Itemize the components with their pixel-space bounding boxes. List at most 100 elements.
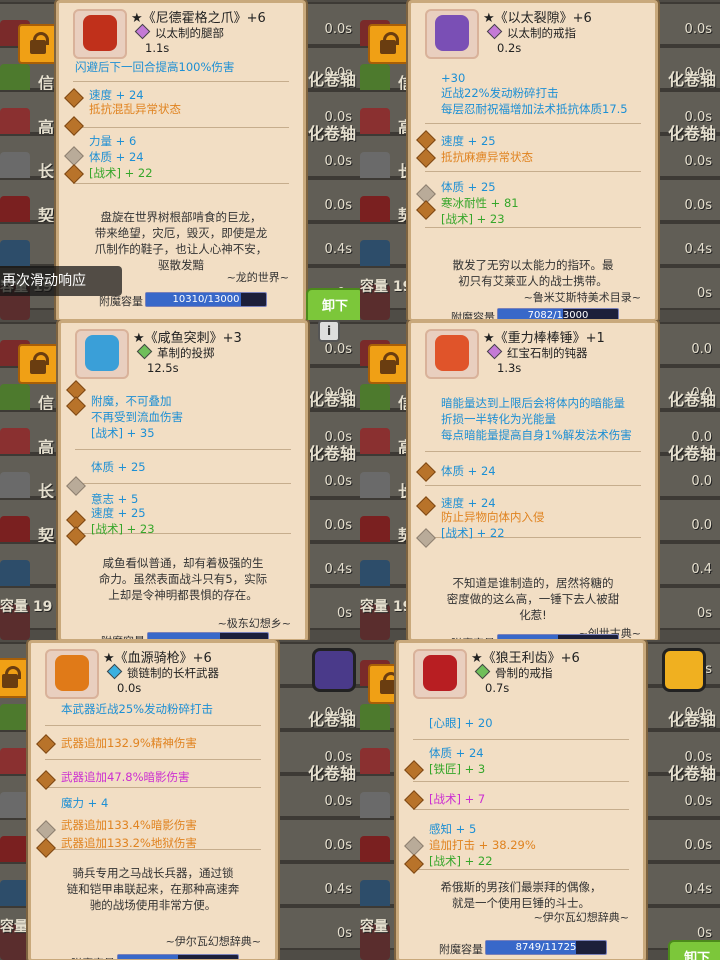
right-scroll-label-1: 化卷轴 — [667, 390, 716, 409]
section-divider — [73, 183, 289, 184]
cooldown-label: 0.0s — [324, 474, 352, 489]
side-capacity-label: 容量 19 — [360, 279, 413, 295]
stat-line: 力量 + 6 — [89, 134, 137, 148]
enchant-slot-icon[interactable] — [36, 838, 56, 858]
stat-line: 体质 + 25 — [91, 460, 146, 474]
cooldown-label: 0.0 — [691, 342, 712, 357]
right-scroll-label-2: 化卷轴 — [667, 124, 716, 143]
stat-line: 暗能量达到上限后会将体内的暗能量 — [441, 396, 625, 410]
compass-scroll-icon[interactable] — [312, 648, 356, 692]
enchant-slot-icon[interactable] — [416, 496, 436, 516]
item-material-text: 锁链制的长杆武器 — [127, 666, 219, 680]
lore-line: 散发了无穷以太能力的指环。最 — [452, 258, 614, 272]
dragon-claw-icon — [83, 15, 117, 51]
enchant-capacity-bar: 7082/13000 — [497, 308, 619, 319]
toast-message: 再次滑动响应 — [0, 266, 122, 296]
enchant-slot-icon[interactable] — [404, 854, 424, 874]
enchant-slot-icon[interactable] — [416, 200, 436, 220]
item-material-type: 以太制的腿部 — [134, 23, 224, 41]
enchant-slot-icon[interactable] — [64, 146, 84, 166]
stat-line: 速度 + 25 — [441, 134, 496, 148]
item-lore: 散发了无穷以太能力的指环。最 初只有艾莱亚人的战士携带。 — [421, 257, 645, 289]
stat-line: 抵抗麻痹异常状态 — [441, 150, 533, 164]
stat-line: [战术] + 23 — [91, 522, 155, 536]
lore-line: 链和铠甲串联起来，在那种高速奔 — [66, 882, 240, 896]
enchant-slot-icon[interactable] — [404, 790, 424, 810]
enchant-slot-icon[interactable] — [64, 116, 84, 136]
gold-coin-icon[interactable] — [662, 648, 706, 692]
enchant-slot-icon[interactable] — [36, 820, 56, 840]
enchant-capacity-bar: 8749/11725 — [485, 940, 607, 955]
enchant-slot-icon[interactable] — [416, 528, 436, 548]
enchant-slot-icon[interactable] — [416, 462, 436, 482]
stat-line: 每点暗能量提高自身1%解发法术伤害 — [441, 428, 632, 442]
item-lore: 不知道是谁制造的，居然将糖的 密度做的这么高，一锤下去人被甜 化惹! — [421, 575, 645, 623]
cooldown-label: 0.4s — [324, 562, 352, 577]
section-divider — [413, 739, 629, 740]
cooldown-label: 0.0s — [684, 794, 712, 809]
screenshot-tile: 0.0s能0.0s信0.0s高0.0s长0.0s契0.4s0s化卷轴化卷轴容量 … — [360, 0, 720, 320]
side-capacity-label: 容量 19 — [0, 599, 53, 615]
capacity-fill — [148, 633, 220, 639]
cooldown-label: 0.0s — [324, 518, 352, 533]
lock-icon[interactable] — [18, 24, 60, 64]
cooldown-label: 0.4s — [324, 882, 352, 897]
cooldown-label: 0.0s — [324, 838, 352, 853]
cooldown-label: 0.0s — [324, 22, 352, 37]
enchant-capacity-label: 附魔容量 — [451, 311, 495, 320]
enchant-slot-icon[interactable] — [64, 88, 84, 108]
section-divider — [425, 227, 641, 228]
lore-line: 初只有艾莱亚人的战士携带。 — [458, 274, 608, 288]
item-title: ★《以太裂隙》+6 — [483, 11, 592, 26]
section-divider — [413, 869, 629, 870]
item-material-text: 以太制的腿部 — [155, 26, 224, 40]
lore-line: 命力。虽然表面战斗只有5，实际 — [98, 572, 268, 586]
lore-line: 上却是令神明都畏惧的存在。 — [108, 588, 258, 602]
quality-diamond-icon — [486, 343, 503, 360]
lore-source: ~鲁米艾斯特美术目录~ — [523, 291, 641, 304]
right-scroll-label-1: 化卷轴 — [307, 710, 356, 729]
lore-line: 不知道是谁制造的，居然将糖的 — [452, 576, 614, 590]
section-divider — [75, 449, 291, 450]
lore-line: 化惹! — [519, 608, 547, 622]
section-divider — [45, 787, 261, 788]
enchant-slot-icon[interactable] — [416, 148, 436, 168]
lock-icon[interactable] — [18, 344, 60, 384]
unequip-button[interactable]: 卸下 — [306, 288, 360, 320]
stat-line: 体质 + 24 — [441, 464, 496, 478]
capacity-value: 10310/13000 — [172, 294, 240, 305]
stat-line: 魔力 + 4 — [61, 796, 109, 810]
lock-icon[interactable] — [368, 344, 410, 384]
unequip-button[interactable]: 卸下 — [668, 940, 720, 960]
enchant-slot-icon[interactable] — [404, 836, 424, 856]
attack-speed: 12.5s — [147, 361, 179, 375]
cooldown-label: 0.0s — [324, 198, 352, 213]
lock-icon[interactable] — [368, 24, 410, 64]
stat-line: 体质 + 25 — [441, 180, 496, 194]
stat-line: 抵抗混乱异常状态 — [89, 102, 181, 116]
enchant-slot-icon[interactable] — [66, 526, 86, 546]
candy-hammer-icon — [435, 335, 469, 371]
enchant-slot-icon[interactable] — [64, 164, 84, 184]
stat-line: 近战22%发动粉碎打击 — [441, 86, 559, 100]
section-divider — [45, 759, 261, 760]
section-divider — [45, 725, 261, 726]
section-divider — [425, 485, 641, 486]
quality-diamond-icon — [106, 663, 123, 680]
quality-diamond-icon — [134, 23, 151, 40]
enchant-slot-icon[interactable] — [416, 130, 436, 150]
enchant-slot-icon[interactable] — [404, 760, 424, 780]
section-divider — [425, 171, 641, 172]
lore-line: 咸鱼看似普通，却有着极强的生 — [102, 556, 264, 570]
item-icon-frame — [413, 649, 467, 699]
enchant-slot-icon[interactable] — [66, 396, 86, 416]
enchant-slot-icon[interactable] — [66, 476, 86, 496]
lore-line: 驰的战场使用非常方便。 — [89, 898, 217, 912]
info-icon[interactable]: i — [318, 320, 340, 342]
lore-line: 骑兵专用之马战长兵器，通过锁 — [72, 866, 234, 880]
cooldown-label: 0s — [336, 926, 352, 941]
stat-line: [战术] + 22 — [441, 526, 505, 540]
enchant-slot-icon[interactable] — [36, 734, 56, 754]
quality-diamond-icon — [136, 343, 153, 360]
item-material-type: 革制的投掷 — [136, 343, 215, 361]
